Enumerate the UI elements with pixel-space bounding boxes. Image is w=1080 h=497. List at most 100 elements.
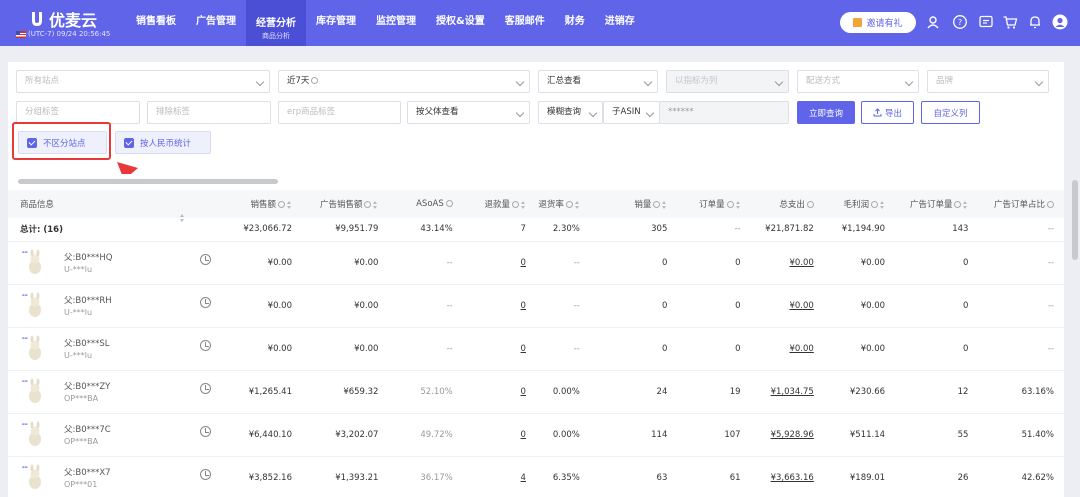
row-spend[interactable]: ¥0.00 bbox=[750, 241, 824, 285]
invite-button[interactable]: 邀请有礼 bbox=[840, 12, 916, 33]
bell-icon[interactable] bbox=[1027, 14, 1043, 30]
product-thumbnail-icon[interactable]: ▬▬ bbox=[20, 377, 50, 407]
view-mode-select[interactable]: 汇总查看 bbox=[538, 70, 658, 93]
header-ad-orders[interactable]: 广告订单量 bbox=[895, 190, 979, 218]
row-spend[interactable]: ¥1,034.75 bbox=[750, 370, 824, 414]
menu-purchase-sales-stock[interactable]: 进销存 bbox=[595, 0, 645, 46]
row-spend[interactable]: ¥5,928.96 bbox=[750, 413, 824, 457]
trend-icon[interactable] bbox=[200, 296, 211, 308]
query-button[interactable]: 立即查询 bbox=[797, 101, 855, 124]
row-ad-ratio: 51.40% bbox=[978, 413, 1064, 457]
asin-type-select[interactable]: 子ASIN bbox=[603, 101, 660, 124]
custom-columns-button[interactable]: 自定义列 bbox=[921, 101, 980, 124]
vertical-scrollbar[interactable] bbox=[1072, 180, 1078, 260]
row-refund[interactable]: 0 bbox=[462, 327, 536, 371]
header-asoas[interactable]: ASoAS bbox=[388, 190, 463, 218]
menu-inventory[interactable]: 库存管理 bbox=[306, 0, 366, 46]
row-units: 63 bbox=[589, 456, 678, 497]
message-icon[interactable] bbox=[978, 14, 994, 30]
cart-icon[interactable] bbox=[1002, 14, 1018, 30]
header-refund[interactable]: 退款量 bbox=[462, 190, 536, 218]
header-ad-sales[interactable]: 广告销售额 bbox=[302, 190, 389, 218]
brand-select[interactable]: 品牌 bbox=[927, 70, 1049, 93]
header-units[interactable]: 销量 bbox=[589, 190, 678, 218]
trend-icon[interactable] bbox=[200, 382, 211, 394]
header-return-rate[interactable]: 退货率 bbox=[535, 190, 590, 218]
row-spend[interactable]: ¥0.00 bbox=[750, 327, 824, 371]
trend-icon[interactable] bbox=[200, 339, 211, 351]
export-button[interactable]: 导出 bbox=[861, 101, 914, 124]
header-total-spend[interactable]: 总支出 bbox=[750, 190, 824, 218]
svg-text:▬▬: ▬▬ bbox=[22, 422, 28, 426]
row-refund[interactable]: 0 bbox=[462, 413, 536, 457]
erp-tag-input[interactable]: erp商品标签 bbox=[278, 101, 401, 124]
custom-columns-label: 自定义列 bbox=[933, 108, 968, 119]
indicator-column-select[interactable]: 以指标为列 bbox=[666, 70, 789, 93]
trend-icon[interactable] bbox=[200, 253, 211, 265]
parent-view-select[interactable]: 按父体查看 bbox=[407, 101, 530, 124]
table-row[interactable]: ▬▬ 父:B0***HQ U-***lu ¥0.00 ¥0.00 -- 0 -- 0 0 ¥0.00… bbox=[8, 241, 1064, 285]
asin-search-input[interactable]: ****** bbox=[659, 101, 789, 124]
exclude-tag-input[interactable]: 排除标签 bbox=[147, 101, 271, 124]
row-profit: ¥230.66 bbox=[823, 370, 896, 414]
trend-icon[interactable] bbox=[200, 468, 211, 480]
fuzzy-query-select[interactable]: 模糊查询 bbox=[538, 101, 603, 124]
user-search-icon[interactable] bbox=[926, 14, 942, 30]
product-name[interactable]: 父:B0***RH bbox=[64, 294, 112, 306]
menu-monitoring[interactable]: 监控管理 bbox=[366, 0, 426, 46]
table-row[interactable]: ▬▬ 父:B0***SL U-***lu ¥0.00 ¥0.00 -- 0 -- 0 0 ¥0.00… bbox=[8, 327, 1064, 371]
product-thumbnail-icon[interactable]: ▬▬ bbox=[20, 334, 50, 364]
menu-business-analysis[interactable]: 经营分析 商品分析 bbox=[246, 0, 306, 46]
tag-group-input[interactable]: 分组标签 bbox=[16, 101, 140, 124]
menu-ad-management[interactable]: 广告管理 bbox=[186, 0, 246, 46]
row-sales: ¥3,852.16 bbox=[221, 456, 302, 497]
header-gross-profit[interactable]: 毛利润 bbox=[823, 190, 896, 218]
chevron-down-icon bbox=[515, 77, 525, 87]
date-range-select[interactable]: 近7天 bbox=[278, 70, 530, 93]
table-row[interactable]: ▬▬ 父:B0***ZY OP***BA ¥1,265.41 ¥659.32 52.10%… bbox=[8, 370, 1064, 414]
row-sales: ¥0.00 bbox=[221, 284, 302, 328]
row-sales: ¥6,440.10 bbox=[221, 413, 302, 457]
horizontal-scrollbar[interactable] bbox=[18, 179, 278, 184]
row-refund[interactable]: 0 bbox=[462, 370, 536, 414]
menu-sales-board[interactable]: 销售看板 bbox=[126, 0, 186, 46]
logo[interactable]: 优麦云 bbox=[30, 7, 97, 31]
header-orders[interactable]: 订单量 bbox=[677, 190, 751, 218]
trend-icon[interactable] bbox=[200, 425, 211, 437]
delivery-method-select[interactable]: 配送方式 bbox=[797, 70, 919, 93]
menu-finance[interactable]: 财务 bbox=[555, 0, 595, 46]
help-icon[interactable]: ? bbox=[952, 14, 968, 30]
product-name[interactable]: 父:B0***7C bbox=[64, 423, 111, 435]
product-name[interactable]: 父:B0***HQ bbox=[64, 251, 112, 263]
product-thumbnail-icon[interactable]: ▬▬ bbox=[20, 248, 50, 278]
row-ad-ratio: 42.62% bbox=[978, 456, 1064, 497]
svg-text:?: ? bbox=[958, 18, 962, 27]
header-product-info[interactable]: 商品信息 bbox=[8, 190, 222, 222]
table-row[interactable]: ▬▬ 父:B0***RH U-***lu ¥0.00 ¥0.00 -- 0 -- 0 0 ¥0.00… bbox=[8, 284, 1064, 328]
table-row[interactable]: ▬▬ 父:B0***X7 OP***01 ¥3,852.16 ¥1,393.21 36.1… bbox=[8, 456, 1064, 497]
product-thumbnail-icon[interactable]: ▬▬ bbox=[20, 463, 50, 493]
row-return-rate: 0.00% bbox=[535, 413, 590, 457]
logo-text: 优麦云 bbox=[49, 11, 98, 30]
row-ad-sales: ¥0.00 bbox=[302, 327, 389, 371]
row-refund[interactable]: 0 bbox=[462, 284, 536, 328]
table-row[interactable]: ▬▬ 父:B0***7C OP***BA ¥6,440.10 ¥3,202.07 49.7… bbox=[8, 413, 1064, 457]
product-name[interactable]: 父:B0***SL bbox=[64, 337, 109, 349]
menu-auth-settings[interactable]: 授权&设置 bbox=[426, 0, 495, 46]
menu-customer-email[interactable]: 客服邮件 bbox=[495, 0, 555, 46]
row-spend[interactable]: ¥0.00 bbox=[750, 284, 824, 328]
product-thumbnail-icon[interactable]: ▬▬ bbox=[20, 291, 50, 321]
header-ad-order-ratio[interactable]: 广告订单占比 bbox=[978, 190, 1064, 218]
header-sales[interactable]: 销售额 bbox=[221, 190, 302, 218]
site-select[interactable]: 所有站点 bbox=[16, 70, 270, 93]
product-name[interactable]: 父:B0***ZY bbox=[64, 380, 110, 392]
row-spend[interactable]: ¥3,663.16 bbox=[750, 456, 824, 497]
row-return-rate: 0.00% bbox=[535, 370, 590, 414]
avatar-icon[interactable] bbox=[1052, 14, 1068, 30]
total-ad-ratio: -- bbox=[978, 218, 1064, 242]
row-refund[interactable]: 4 bbox=[462, 456, 536, 497]
product-name[interactable]: 父:B0***X7 bbox=[64, 466, 111, 478]
row-refund[interactable]: 0 bbox=[462, 241, 536, 285]
product-thumbnail-icon[interactable]: ▬▬ bbox=[20, 420, 50, 450]
chevron-down-icon bbox=[643, 77, 653, 87]
